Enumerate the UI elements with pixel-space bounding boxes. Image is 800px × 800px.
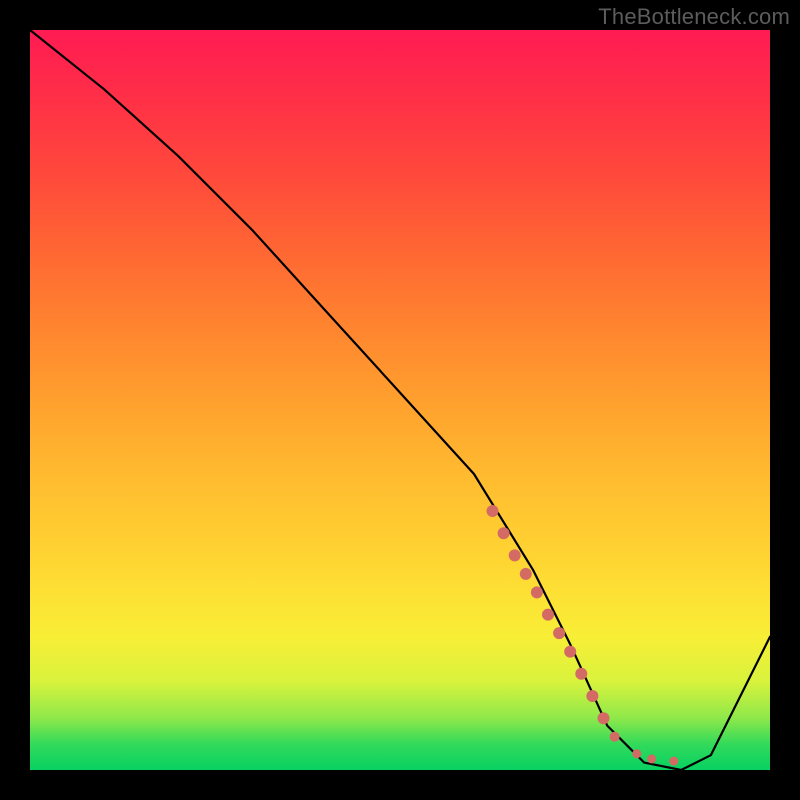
highlight-dot — [669, 757, 678, 766]
highlight-dot — [509, 549, 521, 561]
highlight-dot — [610, 732, 620, 742]
highlight-dot — [520, 568, 532, 580]
highlight-dot — [498, 527, 510, 539]
highlight-dots — [487, 505, 679, 766]
chart-svg — [30, 30, 770, 770]
highlight-dot — [531, 586, 543, 598]
highlight-dot — [586, 690, 598, 702]
highlight-dot — [487, 505, 499, 517]
highlight-dot — [632, 749, 641, 758]
highlight-dot — [647, 754, 656, 763]
highlight-dot — [564, 646, 576, 658]
plot-area — [30, 30, 770, 770]
highlight-dot — [598, 712, 610, 724]
highlight-dot — [575, 668, 587, 680]
highlight-dot — [542, 609, 554, 621]
bottleneck-curve — [30, 30, 770, 770]
chart-frame: TheBottleneck.com — [0, 0, 800, 800]
highlight-dot — [553, 627, 565, 639]
watermark-text: TheBottleneck.com — [598, 4, 790, 30]
